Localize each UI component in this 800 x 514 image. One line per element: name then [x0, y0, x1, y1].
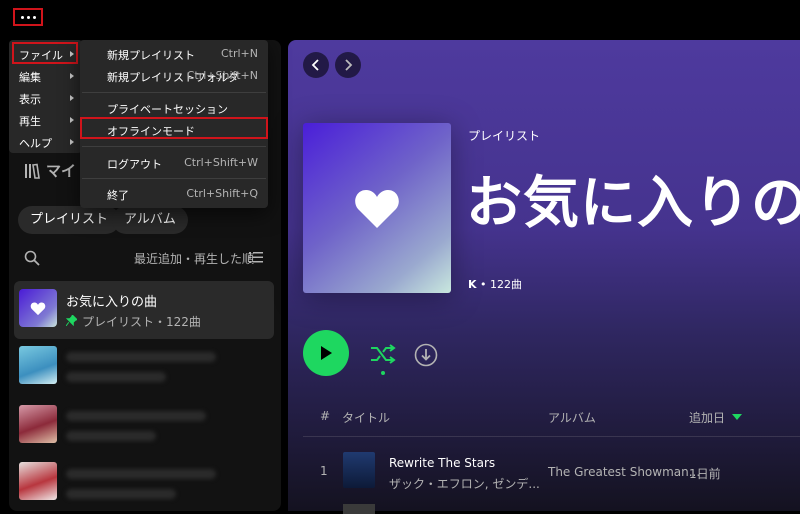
menu-divider [82, 92, 266, 93]
sort-label[interactable]: 最近追加・再生した順 [134, 250, 254, 267]
shuffle-active-indicator [381, 371, 385, 375]
playlist-owner[interactable]: K [468, 278, 477, 291]
shuffle-icon[interactable] [370, 342, 396, 366]
shortcut-new-playlist: Ctrl+N [220, 47, 258, 60]
playlist-count: • 122曲 [476, 278, 523, 291]
play-icon [321, 346, 332, 360]
playlist-meta: K • 122曲 [468, 276, 522, 292]
menu-item-edit[interactable]: 編集 [19, 69, 41, 85]
menu-divider [82, 178, 266, 179]
track-number: 1 [320, 464, 328, 478]
highlight-box-offline-mode [80, 117, 268, 139]
menu-item-view[interactable]: 表示 [19, 91, 41, 107]
blurred-item-subtitle [66, 489, 176, 499]
playlist-title: お気に入りの [466, 171, 800, 236]
track-thumbnail [343, 452, 375, 488]
blurred-item-title [66, 352, 216, 362]
column-header-number: # [320, 409, 331, 423]
play-button[interactable] [303, 330, 349, 376]
menu-item-private-session[interactable]: プライベートセッション [107, 101, 228, 117]
liked-songs-title: お気に入りの曲 [66, 295, 158, 310]
shortcut-new-playlist-folder: Ctrl+Shift+N [186, 69, 258, 82]
list-view-icon[interactable] [249, 251, 263, 264]
submenu-arrow-icon [70, 139, 74, 145]
blurred-item-subtitle [66, 372, 166, 382]
column-header-album[interactable]: アルバム [548, 409, 596, 426]
sort-descending-icon [732, 414, 742, 420]
playlist-thumbnail[interactable] [19, 346, 57, 384]
column-header-title[interactable]: タイトル [342, 409, 390, 426]
header-divider [303, 436, 800, 437]
chevron-left-icon [311, 59, 319, 71]
shortcut-logout: Ctrl+Shift+W [184, 156, 258, 169]
back-button[interactable] [303, 52, 329, 78]
liked-songs-subtitle: プレイリスト・122曲 [82, 315, 201, 329]
playlist-thumbnail[interactable] [19, 462, 57, 500]
chip-playlists[interactable]: プレイリスト [18, 206, 121, 234]
column-header-date-added[interactable]: 追加日 [689, 409, 725, 426]
library-icon[interactable] [24, 163, 40, 179]
heart-icon [355, 190, 399, 228]
track-date-added: 1日前 [689, 467, 721, 481]
chevron-right-icon [345, 59, 353, 71]
chip-albums[interactable]: アルバム [112, 206, 188, 234]
track-title[interactable]: Rewrite The Stars [389, 456, 495, 470]
menu-item-help[interactable]: ヘルプ [19, 135, 52, 151]
library-title[interactable]: マイ [46, 160, 76, 181]
menu-divider [82, 146, 266, 147]
blurred-item-title [66, 469, 216, 479]
more-options-icon[interactable] [13, 8, 43, 26]
menu-item-playback[interactable]: 再生 [19, 113, 41, 129]
submenu-arrow-icon [70, 95, 74, 101]
pin-icon [66, 315, 77, 326]
liked-songs-thumbnail [19, 289, 57, 327]
top-bar [0, 0, 800, 38]
blurred-item-subtitle [66, 431, 156, 441]
menu-item-logout[interactable]: ログアウト [107, 156, 162, 172]
shortcut-quit: Ctrl+Shift+Q [186, 187, 258, 200]
track-artist[interactable]: ザック・エフロン, ゼンデ... [389, 475, 540, 492]
highlight-box-file [12, 42, 78, 64]
blurred-item-title [66, 411, 206, 421]
playlist-thumbnail[interactable] [19, 405, 57, 443]
menu-item-quit[interactable]: 終了 [107, 187, 129, 203]
submenu-arrow-icon [70, 73, 74, 79]
submenu-arrow-icon [70, 117, 74, 123]
search-icon[interactable] [24, 250, 40, 266]
download-icon[interactable] [414, 343, 438, 367]
forward-button[interactable] [335, 52, 361, 78]
heart-icon [30, 302, 46, 315]
playlist-cover [303, 123, 451, 293]
playlist-type-label: プレイリスト [468, 129, 541, 143]
track-album[interactable]: The Greatest Showman... [548, 465, 700, 479]
track-thumbnail [343, 504, 375, 514]
